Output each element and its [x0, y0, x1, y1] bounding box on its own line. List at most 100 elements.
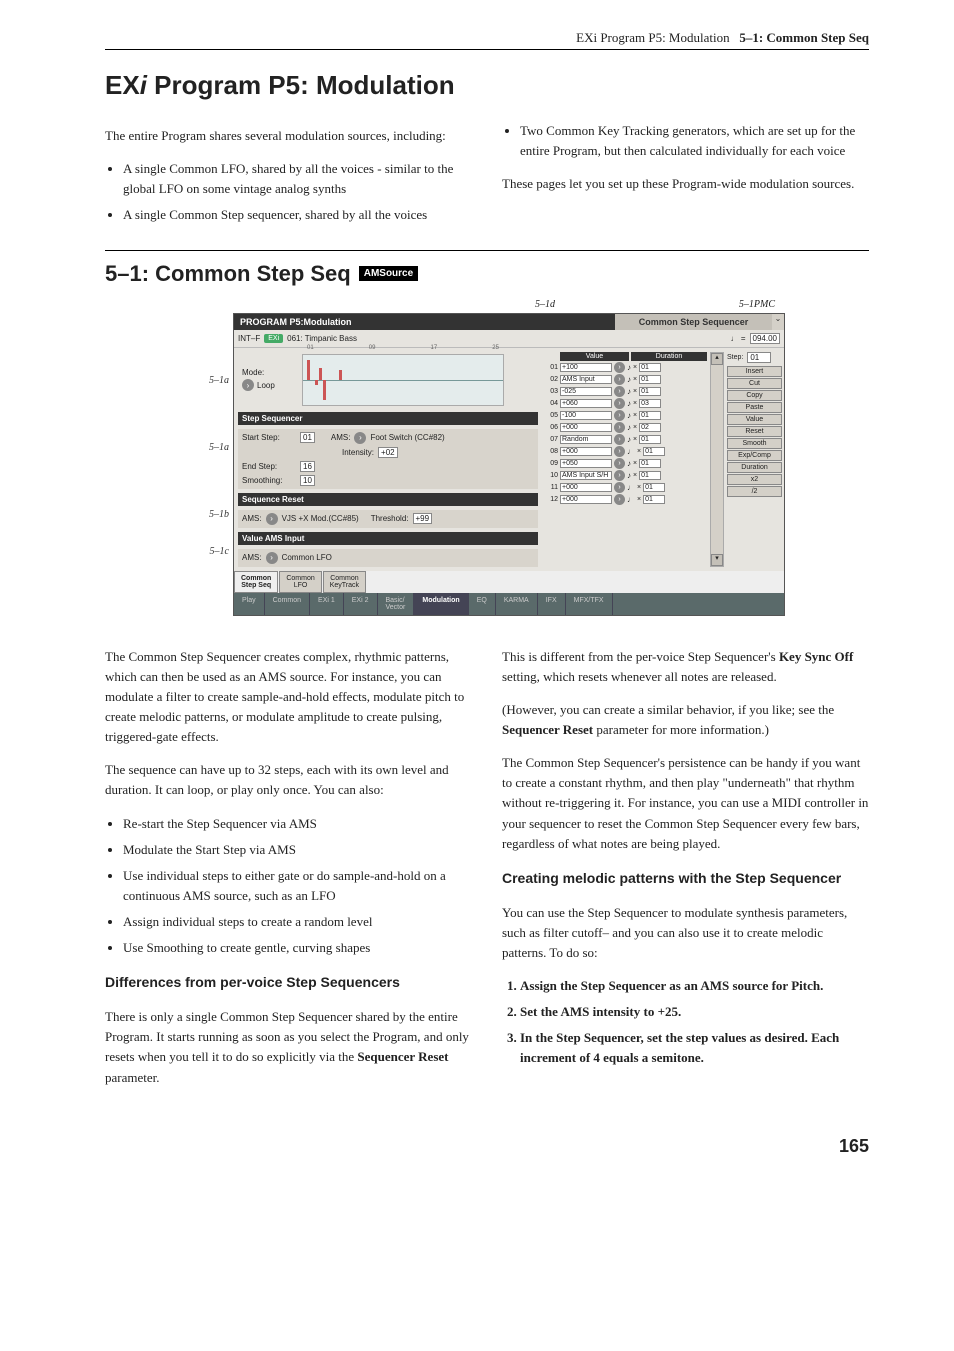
note-icon: ›	[614, 398, 625, 409]
mode-label: Mode:	[242, 368, 296, 377]
step-graph[interactable]: 01091725	[302, 354, 504, 406]
body-text: This is different from the per-voice Ste…	[502, 647, 869, 687]
arrow-icon[interactable]: ›	[266, 513, 278, 525]
mode-value[interactable]: Loop	[257, 381, 275, 390]
smoothing-label: Smoothing:	[242, 476, 296, 485]
side-button[interactable]: x2	[727, 474, 782, 485]
body-bullet: Use individual steps to either gate or d…	[123, 866, 472, 906]
duration-column-header: Duration	[631, 352, 707, 361]
note-icon: ›	[614, 434, 625, 445]
end-step-field[interactable]: 16	[300, 461, 315, 472]
intensity-label: Intensity:	[342, 448, 374, 457]
step-selector[interactable]: 01	[747, 352, 771, 363]
bottom-tab[interactable]: KARMA	[496, 593, 538, 615]
side-button[interactable]: Value	[727, 414, 782, 425]
side-button[interactable]: Exp/Comp	[727, 450, 782, 461]
value-ams-header: Value AMS Input	[238, 532, 538, 545]
value-ams-source[interactable]: Common LFO	[282, 553, 332, 562]
page-number: 165	[105, 1136, 869, 1157]
menu-dropdown-icon[interactable]: ⌄	[772, 314, 784, 330]
section-heading: 5–1: Common Step SeqAMSource	[105, 261, 869, 287]
bottom-tab[interactable]: Common	[265, 593, 310, 615]
body-bullet: Modulate the Start Step via AMS	[123, 840, 472, 860]
bottom-tab[interactable]: EXi 1	[310, 593, 344, 615]
intro-bullet: A single Common LFO, shared by all the v…	[123, 159, 472, 199]
bottom-tab[interactable]: Basic/ Vector	[378, 593, 415, 615]
bottom-tab[interactable]: Play	[234, 593, 265, 615]
step-row[interactable]: 07Random›♪×01	[544, 434, 707, 445]
step-row[interactable]: 05-100›♪×01	[544, 410, 707, 421]
note-icon: ›	[614, 362, 625, 373]
side-button[interactable]: Reset	[727, 426, 782, 437]
end-step-label: End Step:	[242, 462, 296, 471]
bottom-tab[interactable]: MFX/TFX	[566, 593, 613, 615]
program-name[interactable]: 061: Timpanic Bass	[287, 334, 357, 343]
side-button[interactable]: Duration	[727, 462, 782, 473]
instruction-step: In the Step Sequencer, set the step valu…	[520, 1028, 869, 1068]
note-icon: ›	[614, 386, 625, 397]
step-row[interactable]: 11+000›♩×01	[544, 482, 707, 493]
arrow-icon[interactable]: ›	[266, 552, 278, 564]
step-row[interactable]: 09+050›♪×01	[544, 458, 707, 469]
start-step-label: Start Step:	[242, 433, 296, 442]
body-text: You can use the Step Sequencer to modula…	[502, 903, 869, 963]
step-row[interactable]: 10AMS Input S/H›♪×01	[544, 470, 707, 481]
tempo-field[interactable]: 094.00	[750, 333, 780, 344]
ams-label: AMS:	[242, 553, 262, 562]
ams-label: AMS:	[331, 433, 351, 442]
bank-label: INT–F	[238, 334, 260, 343]
side-button[interactable]: Paste	[727, 402, 782, 413]
note-icon: ›	[614, 422, 625, 433]
intro-text: The entire Program shares several modula…	[105, 126, 472, 146]
step-row[interactable]: 12+000›♩×01	[544, 494, 707, 505]
instruction-step: Assign the Step Sequencer as an AMS sour…	[520, 976, 869, 996]
step-label: Step:	[727, 354, 743, 361]
step-row[interactable]: 02AMS Input›♪×01	[544, 374, 707, 385]
start-step-field[interactable]: 01	[300, 432, 315, 443]
body-bullet: Use Smoothing to create gentle, curving …	[123, 938, 472, 958]
body-text: The Common Step Sequencer creates comple…	[105, 647, 472, 748]
tempo-label: ♩ =	[731, 334, 746, 343]
bottom-tab[interactable]: EQ	[469, 593, 496, 615]
step-sequencer-header: Step Sequencer	[238, 412, 538, 425]
body-text: The sequence can have up to 32 steps, ea…	[105, 760, 472, 800]
arrow-icon[interactable]: ›	[354, 432, 366, 444]
body-text: (However, you can create a similar behav…	[502, 700, 869, 740]
reset-ams-source[interactable]: VJS +X Mod.(CC#85)	[282, 514, 359, 523]
threshold-field[interactable]: +99	[413, 513, 433, 524]
ams-label: AMS:	[242, 514, 262, 523]
note-icon: ›	[614, 410, 625, 421]
page-tab[interactable]: Common KeyTrack	[323, 571, 366, 593]
bottom-tab[interactable]: EXi 2	[344, 593, 378, 615]
main-heading: EXi Program P5: Modulation	[105, 70, 869, 101]
bottom-tab[interactable]: Modulation	[414, 593, 468, 615]
subsection-heading: Creating melodic patterns with the Step …	[502, 868, 869, 890]
ams-source[interactable]: Foot Switch (CC#82)	[370, 433, 444, 442]
side-button[interactable]: Copy	[727, 390, 782, 401]
step-row[interactable]: 01+100›♪×01	[544, 362, 707, 373]
side-button[interactable]: Cut	[727, 378, 782, 389]
note-icon: ›	[614, 482, 625, 493]
ams-badge: AMSource	[359, 266, 418, 281]
page-tab[interactable]: Common Step Seq	[234, 571, 278, 593]
sequence-reset-header: Sequence Reset	[238, 493, 538, 506]
step-row[interactable]: 03-025›♪×01	[544, 386, 707, 397]
diagram-side-labels: 5–1a 5–1a 5–1b 5–1c	[189, 313, 229, 557]
side-button[interactable]: Insert	[727, 366, 782, 377]
intensity-field[interactable]: +02	[378, 447, 398, 458]
page-tab[interactable]: Common LFO	[279, 571, 321, 593]
step-row[interactable]: 04+060›♪×03	[544, 398, 707, 409]
smoothing-field[interactable]: 10	[300, 475, 315, 486]
arrow-icon[interactable]: ›	[242, 379, 254, 391]
scrollbar[interactable]: ▴▾	[710, 352, 724, 567]
intro-text: These pages let you set up these Program…	[502, 174, 869, 194]
body-bullet: Assign individual steps to create a rand…	[123, 912, 472, 932]
step-row[interactable]: 06+000›♪×02	[544, 422, 707, 433]
note-icon: ›	[614, 458, 625, 469]
side-button[interactable]: /2	[727, 486, 782, 497]
step-row[interactable]: 08+000›♩×01	[544, 446, 707, 457]
side-button[interactable]: Smooth	[727, 438, 782, 449]
threshold-label: Threshold:	[371, 514, 409, 523]
bottom-tab[interactable]: IFX	[538, 593, 566, 615]
intro-bullet: Two Common Key Tracking generators, whic…	[520, 121, 869, 161]
